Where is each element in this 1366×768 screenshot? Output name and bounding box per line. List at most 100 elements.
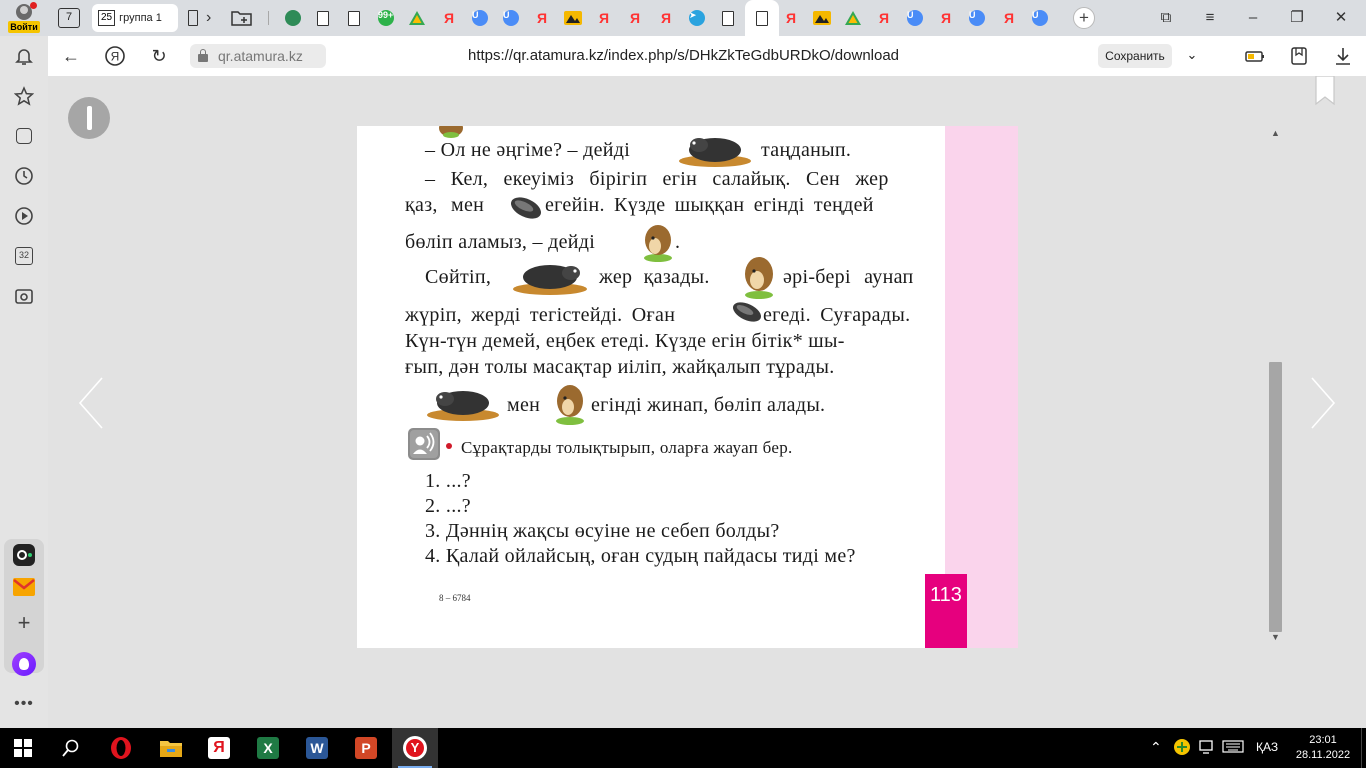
security-shield-icon[interactable] xyxy=(1174,739,1190,757)
document-icon xyxy=(756,10,768,26)
alice-icon[interactable] xyxy=(12,543,36,567)
scroll-down-arrow-icon[interactable]: ▼ xyxy=(1270,632,1281,643)
chevron-down-icon[interactable]: ⌄ xyxy=(1182,45,1202,65)
language-indicator[interactable]: ҚАЗ xyxy=(1256,740,1278,758)
reader-toggle-icon[interactable] xyxy=(68,97,110,139)
keyboard-icon[interactable] xyxy=(1222,739,1244,757)
drive-icon[interactable] xyxy=(407,8,427,28)
yandex-icon[interactable]: Я xyxy=(439,8,459,28)
mail-icon[interactable] xyxy=(12,575,36,599)
yandex-icon[interactable]: Я xyxy=(594,8,614,28)
document-icon[interactable] xyxy=(718,8,738,28)
tabs-manager-icon[interactable]: ⧉ xyxy=(1155,8,1177,28)
bell-icon[interactable] xyxy=(12,44,36,68)
hedgehog-picture xyxy=(745,257,773,299)
search-icon[interactable] xyxy=(48,728,94,768)
scroll-thumb[interactable] xyxy=(1269,362,1282,632)
menu-icon[interactable]: ≡ xyxy=(1199,8,1221,28)
show-desktop-button[interactable] xyxy=(1361,728,1366,768)
yandex-icon[interactable]: Я xyxy=(936,8,956,28)
play-icon[interactable] xyxy=(12,204,36,228)
url-text[interactable]: https://qr.atamura.kz/index.php/s/DHkZkT… xyxy=(468,47,899,64)
star-icon[interactable] xyxy=(12,84,36,108)
document-icon[interactable] xyxy=(313,8,333,28)
battery-saver-icon[interactable] xyxy=(1244,45,1266,67)
powerpoint-icon[interactable]: P xyxy=(343,728,389,768)
text-line: – Кел, екеуіміз бірігіп егін салайық. Се… xyxy=(425,168,889,190)
next-page-arrow-icon[interactable] xyxy=(1308,376,1338,430)
globe-icon[interactable] xyxy=(283,8,303,28)
yandex-app-icon[interactable]: Я xyxy=(196,728,242,768)
chevron-up-icon[interactable]: ⌃ xyxy=(1150,739,1162,757)
reload-icon[interactable]: ↻ xyxy=(148,45,170,67)
download-icon[interactable] xyxy=(1332,45,1354,67)
hedgehog-picture xyxy=(644,225,672,262)
calendar-badge-icon[interactable]: 32 xyxy=(12,244,36,268)
browser-sidebar: 32 + ••• xyxy=(0,36,48,728)
alice-assistant-icon[interactable] xyxy=(12,652,36,676)
minimize-icon[interactable]: – xyxy=(1242,8,1264,28)
file-explorer-icon[interactable] xyxy=(148,728,194,768)
pinned-tab[interactable]: 7 xyxy=(54,4,84,32)
u-icon[interactable]: U xyxy=(905,8,925,28)
yandex-icon[interactable]: Я xyxy=(781,8,801,28)
yandex-logo-icon[interactable]: Я xyxy=(104,45,126,67)
u-icon[interactable]: U xyxy=(501,8,521,28)
opera-icon[interactable] xyxy=(98,728,144,768)
collections-icon[interactable] xyxy=(12,124,36,148)
screenshot-icon[interactable] xyxy=(12,284,36,308)
text-line: бөліп аламыз, – дейді xyxy=(405,231,596,253)
active-tab[interactable] xyxy=(745,0,779,36)
mountain-icon[interactable] xyxy=(563,8,583,28)
domain-label: qr.atamura.kz xyxy=(218,48,303,64)
windows-start-icon[interactable] xyxy=(0,728,46,768)
text-line: жер қазады. xyxy=(599,266,710,288)
telegram-icon[interactable]: ➤ xyxy=(687,8,707,28)
folder-add-icon[interactable] xyxy=(230,8,254,28)
more-icon[interactable]: ••• xyxy=(12,692,36,716)
mountain-icon[interactable] xyxy=(812,8,832,28)
domain-pill[interactable]: qr.atamura.kz xyxy=(190,44,326,68)
profile-button[interactable]: Войти xyxy=(6,2,42,34)
red-bullet xyxy=(446,443,452,449)
history-icon[interactable] xyxy=(12,164,36,188)
word-icon[interactable]: W xyxy=(294,728,340,768)
text-line: егейін. Күзде шыққан егінді теңдей xyxy=(545,194,874,216)
yandex-icon[interactable]: Я xyxy=(625,8,645,28)
tab-stack-icon[interactable] xyxy=(188,10,198,26)
save-button[interactable]: Сохранить xyxy=(1098,44,1172,68)
chevron-right-icon[interactable]: › xyxy=(206,8,222,28)
windows-taskbar: Я X W P Y ⌃ ҚАЗ 23:01 28.11.2022 xyxy=(0,728,1366,768)
scroll-up-arrow-icon[interactable]: ▲ xyxy=(1270,128,1281,139)
back-arrow-icon[interactable]: ← xyxy=(60,45,82,67)
text-line: жүріп, жерді тегістейді. Оған xyxy=(405,304,676,326)
bookmark-icon[interactable] xyxy=(1314,75,1336,106)
yandex-icon[interactable]: Я xyxy=(999,8,1019,28)
network-icon[interactable] xyxy=(1198,739,1214,757)
drive-icon[interactable] xyxy=(843,8,863,28)
add-icon[interactable]: + xyxy=(12,610,36,635)
yandex-icon[interactable]: Я xyxy=(874,8,894,28)
clock-date: 28.11.2022 xyxy=(1295,749,1351,761)
extensions-icon[interactable] xyxy=(1288,45,1310,67)
u-icon[interactable]: U xyxy=(1030,8,1050,28)
scrollbar[interactable]: ▲ ▼ xyxy=(1268,126,1284,648)
yandex-icon[interactable]: Я xyxy=(656,8,676,28)
document-icon[interactable] xyxy=(344,8,364,28)
seed-picture xyxy=(511,197,541,219)
yandex-icon[interactable]: Я xyxy=(532,8,552,28)
close-icon[interactable]: ✕ xyxy=(1330,8,1352,28)
text-line: ғып, дән толы масақтар иіліп, жайқалып т… xyxy=(405,356,835,378)
notification-dot xyxy=(30,2,37,9)
u-icon[interactable]: U xyxy=(470,8,490,28)
clock[interactable]: 23:01 28.11.2022 xyxy=(1288,733,1358,763)
excel-icon[interactable]: X xyxy=(245,728,291,768)
restore-icon[interactable]: ❐ xyxy=(1286,8,1308,28)
svg-text:Я: Я xyxy=(111,50,120,64)
tab-group[interactable]: 25 группа 1 xyxy=(92,4,178,32)
new-tab-button[interactable]: + xyxy=(1073,7,1095,29)
u-icon[interactable]: U xyxy=(967,8,987,28)
counter-icon[interactable]: 99+ xyxy=(376,8,396,28)
yandex-browser-icon[interactable]: Y xyxy=(392,728,438,768)
previous-page-arrow-icon[interactable] xyxy=(76,376,106,430)
